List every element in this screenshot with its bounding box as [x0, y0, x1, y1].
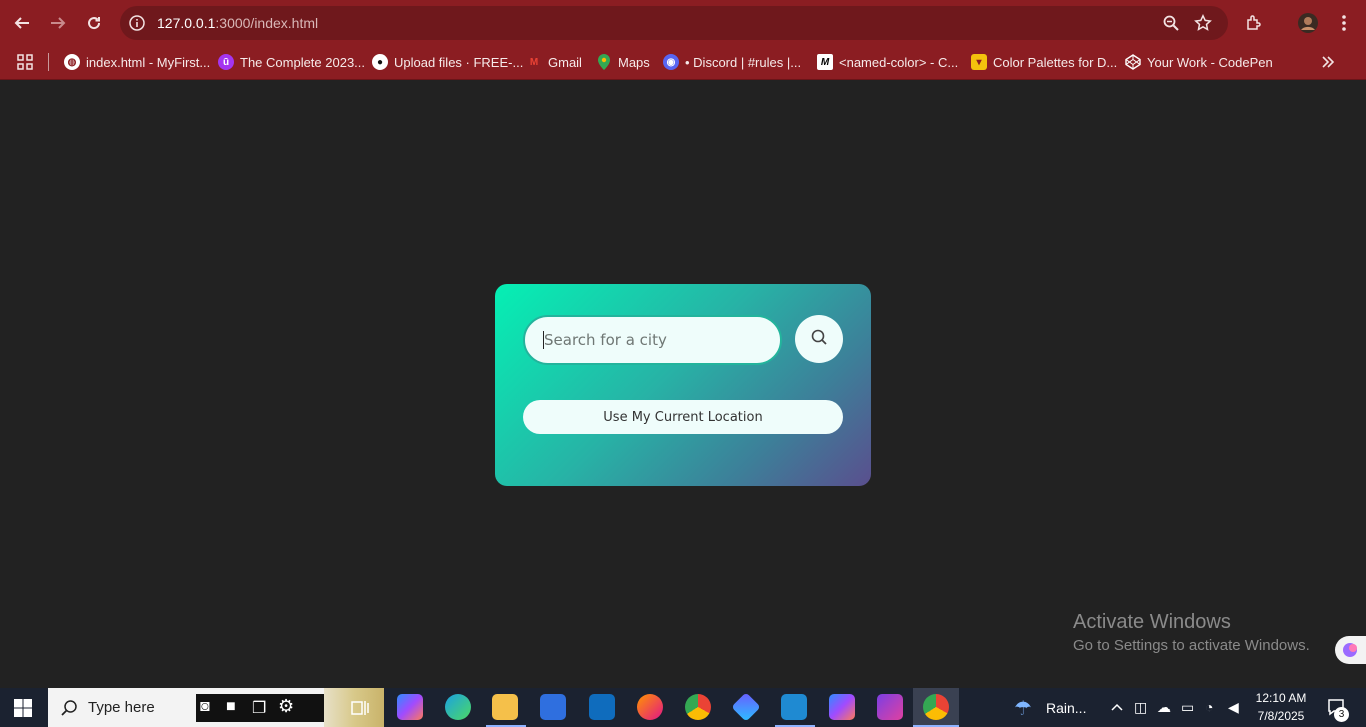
bookmark-maps[interactable]: Maps — [596, 52, 650, 72]
chrome-app-icon[interactable] — [685, 694, 711, 720]
menu-icon[interactable] — [1330, 9, 1358, 37]
clock-time[interactable]: 12:10 AM — [1252, 691, 1310, 705]
wifi-icon[interactable]: ◔ — [1205, 699, 1213, 715]
bookmark-label: <named-color> - C... — [839, 54, 959, 70]
gear-icon[interactable]: ⚙ — [278, 696, 294, 717]
outlook-app-icon[interactable] — [589, 694, 615, 720]
back-icon[interactable] — [8, 9, 36, 37]
windows-start-icon[interactable] — [14, 699, 32, 722]
city-search-input[interactable] — [523, 315, 782, 365]
bookmark-star-icon[interactable] — [1194, 14, 1212, 32]
search-button[interactable] — [795, 315, 843, 363]
bookmark-label: Maps — [618, 54, 650, 70]
url-path: :3000/index.html — [215, 15, 319, 31]
clipchamp-app-icon[interactable] — [877, 694, 903, 720]
firefox-app-icon[interactable] — [637, 694, 663, 720]
m365-app-icon[interactable] — [829, 694, 855, 720]
browser-toolbar: 127.0.0.1:3000/index.html — [0, 0, 1366, 45]
address-bar[interactable]: 127.0.0.1:3000/index.html — [120, 6, 1228, 40]
notification-count-badge: 3 — [1334, 707, 1349, 722]
apps-grid-icon[interactable] — [16, 52, 34, 72]
github-icon: ● — [372, 54, 388, 70]
codepen-icon — [1125, 54, 1141, 70]
bookmark-index[interactable]: ◍ index.html - MyFirst... — [64, 52, 210, 72]
chrome-profile-icon — [923, 694, 949, 720]
battery-icon[interactable]: ▭ — [1181, 699, 1194, 716]
meet-now-icon[interactable]: ◫ — [1134, 699, 1147, 716]
active-chrome-tile[interactable] — [913, 688, 959, 727]
volume-icon[interactable]: ◀ — [1228, 699, 1239, 716]
search-icon — [60, 699, 78, 722]
forward-icon[interactable] — [44, 9, 72, 37]
extensions-icon[interactable] — [1240, 9, 1268, 37]
site-info-icon[interactable] — [129, 15, 145, 31]
bookmark-gmail[interactable]: M Gmail — [526, 52, 582, 72]
bookmark-label: index.html - MyFirst... — [86, 54, 211, 70]
gmail-icon: M — [529, 56, 539, 68]
store-app-icon[interactable] — [540, 694, 566, 720]
reload-icon[interactable] — [80, 9, 108, 37]
more-bookmarks-icon[interactable] — [1320, 52, 1336, 72]
activate-windows-watermark: Activate Windows Go to Settings to activ… — [1073, 611, 1310, 654]
bookmarks-divider — [48, 53, 49, 71]
url-host: 127.0.0.1 — [157, 15, 216, 31]
camera-icon[interactable]: ◙ — [200, 698, 210, 716]
power-automate-icon[interactable] — [731, 692, 761, 722]
weather-search-card: Use My Current Location — [495, 284, 871, 486]
zoom-icon[interactable] — [1162, 14, 1180, 32]
vscode-app-icon[interactable] — [781, 694, 807, 720]
bookmark-discord[interactable]: ◉ • Discord | #rules |... — [663, 52, 801, 72]
mdn-icon: M — [817, 54, 833, 70]
bookmark-label: Your Work - CodePen — [1147, 54, 1273, 70]
profile-avatar[interactable] — [1294, 9, 1322, 37]
bookmark-udemy[interactable]: ū The Complete 2023... — [218, 52, 365, 72]
palette-icon: ▾ — [971, 54, 987, 70]
bookmark-mdn[interactable]: M <named-color> - C... — [817, 52, 958, 72]
maps-icon — [596, 54, 612, 70]
capture-toolbar: ◙ ■ ❐ ⚙ — [196, 694, 324, 722]
url-text: 127.0.0.1:3000/index.html — [157, 15, 318, 31]
rain-umbrella-icon[interactable]: ☂ — [1014, 696, 1032, 721]
bookmark-label: The Complete 2023... — [240, 54, 366, 70]
onedrive-icon[interactable]: ☁ — [1157, 699, 1171, 716]
globe-icon: ◍ — [64, 54, 80, 70]
bookmark-codepen[interactable]: Your Work - CodePen — [1125, 52, 1273, 72]
bookmark-label: Color Palettes for D... — [993, 54, 1118, 70]
bookmarks-bar: ◍ index.html - MyFirst... ū The Complete… — [0, 45, 1366, 80]
use-current-location-button[interactable]: Use My Current Location — [523, 400, 843, 434]
bookmark-github[interactable]: ● Upload files · FREE-... — [372, 52, 523, 72]
udemy-icon: ū — [218, 54, 234, 70]
watermark-subtitle: Go to Settings to activate Windows. — [1073, 637, 1310, 654]
edge-app-icon[interactable] — [445, 694, 471, 720]
search-icon — [810, 328, 828, 351]
text-cursor — [543, 331, 544, 349]
weather-text[interactable]: Rain... — [1046, 700, 1086, 716]
task-view-icon[interactable] — [350, 698, 370, 723]
discord-icon: ◉ — [663, 54, 679, 70]
taskbar-search-box[interactable]: Type here ◙ ■ ❐ ⚙ — [48, 688, 384, 727]
bookmark-label: Gmail — [548, 54, 582, 70]
window-icon[interactable]: ❐ — [252, 698, 266, 718]
windows-taskbar: Type here ◙ ■ ❐ ⚙ ☂ Rain... ◫ ☁ ▭ ◔ ◀ 12… — [0, 688, 1366, 727]
bookmark-label: • Discord | #rules |... — [685, 54, 802, 70]
copilot-app-icon[interactable] — [397, 694, 423, 720]
chevron-up-icon[interactable] — [1110, 700, 1124, 719]
taskbar-search-text: Type here — [88, 699, 155, 716]
bookmark-palettes[interactable]: ▾ Color Palettes for D... — [971, 52, 1117, 72]
video-icon[interactable]: ■ — [226, 698, 236, 716]
clock-date[interactable]: 7/8/2025 — [1252, 709, 1310, 723]
file-explorer-icon[interactable] — [492, 694, 518, 720]
copilot-side-icon[interactable] — [1335, 636, 1366, 664]
bookmark-label: Upload files · FREE-... — [394, 54, 524, 70]
watermark-title: Activate Windows — [1073, 611, 1231, 633]
